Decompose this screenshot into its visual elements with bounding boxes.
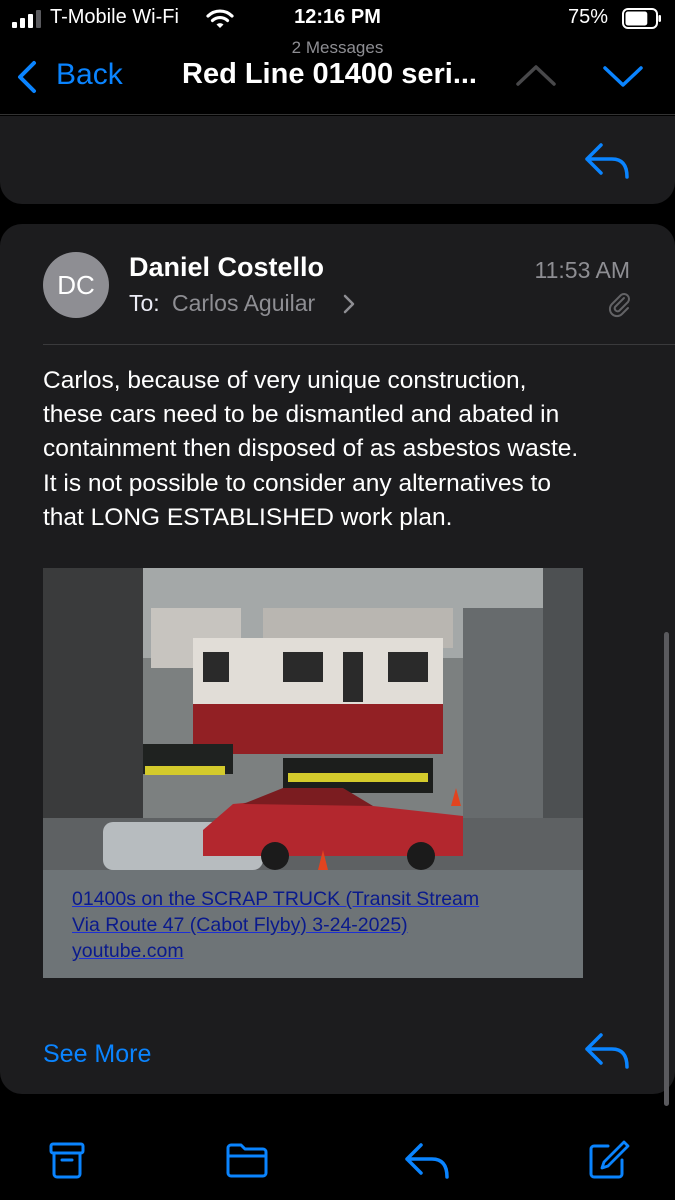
thread-title: Red Line 01400 seri... xyxy=(182,58,477,90)
message-time: 11:53 AM xyxy=(534,257,630,283)
status-bar: T-Mobile Wi-Fi 12:16 PM 75% xyxy=(0,0,675,38)
body-line: It is not possible to consider any alter… xyxy=(43,469,551,497)
back-button[interactable]: Back xyxy=(56,58,123,92)
message-body: Carlos, because of very unique construct… xyxy=(43,364,643,535)
nav-divider xyxy=(0,114,675,115)
header-divider xyxy=(43,344,675,345)
link-preview-title-line[interactable]: Via Route 47 (Cabot Flyby) 3-24-2025) xyxy=(72,912,562,938)
recipient-name[interactable]: Carlos Aguilar xyxy=(172,290,315,317)
video-thumbnail[interactable] xyxy=(43,568,583,870)
folder-icon[interactable] xyxy=(224,1138,270,1182)
body-line: that LONG ESTABLISHED work plan. xyxy=(43,503,453,531)
body-line: containment then disposed of as asbestos… xyxy=(43,435,579,463)
battery-percent: 75% xyxy=(568,6,609,28)
link-preview[interactable]: 01400s on the SCRAP TRUCK (Transit Strea… xyxy=(43,568,583,978)
paperclip-icon xyxy=(608,293,630,318)
archive-icon[interactable] xyxy=(44,1138,90,1182)
sender-name[interactable]: Daniel Costello xyxy=(129,252,324,283)
chevron-right-icon[interactable] xyxy=(342,294,356,314)
reply-icon[interactable] xyxy=(584,140,630,180)
avatar[interactable]: DC xyxy=(43,252,109,318)
battery-icon xyxy=(622,8,661,29)
link-preview-domain[interactable]: youtube.com xyxy=(72,938,562,964)
see-more-button[interactable]: See More xyxy=(43,1040,151,1069)
body-line: these cars need to be dismantled and aba… xyxy=(43,401,560,429)
chevron-down-icon[interactable] xyxy=(601,62,645,90)
link-preview-text[interactable]: 01400s on the SCRAP TRUCK (Transit Strea… xyxy=(72,886,562,964)
to-label: To: xyxy=(129,290,160,316)
link-preview-title-line[interactable]: 01400s on the SCRAP TRUCK (Transit Strea… xyxy=(72,886,562,912)
chevron-up-icon[interactable] xyxy=(514,62,558,90)
compose-icon[interactable] xyxy=(584,1138,630,1182)
reply-icon[interactable] xyxy=(584,1030,630,1070)
body-line: Carlos, because of very unique construct… xyxy=(43,367,527,394)
bottom-toolbar xyxy=(0,1110,675,1200)
chevron-left-icon[interactable] xyxy=(14,60,40,94)
previous-message-card[interactable] xyxy=(0,116,675,204)
scrollbar[interactable] xyxy=(664,632,669,1106)
reply-icon[interactable] xyxy=(404,1138,450,1182)
message-count: 2 Messages xyxy=(291,38,384,57)
